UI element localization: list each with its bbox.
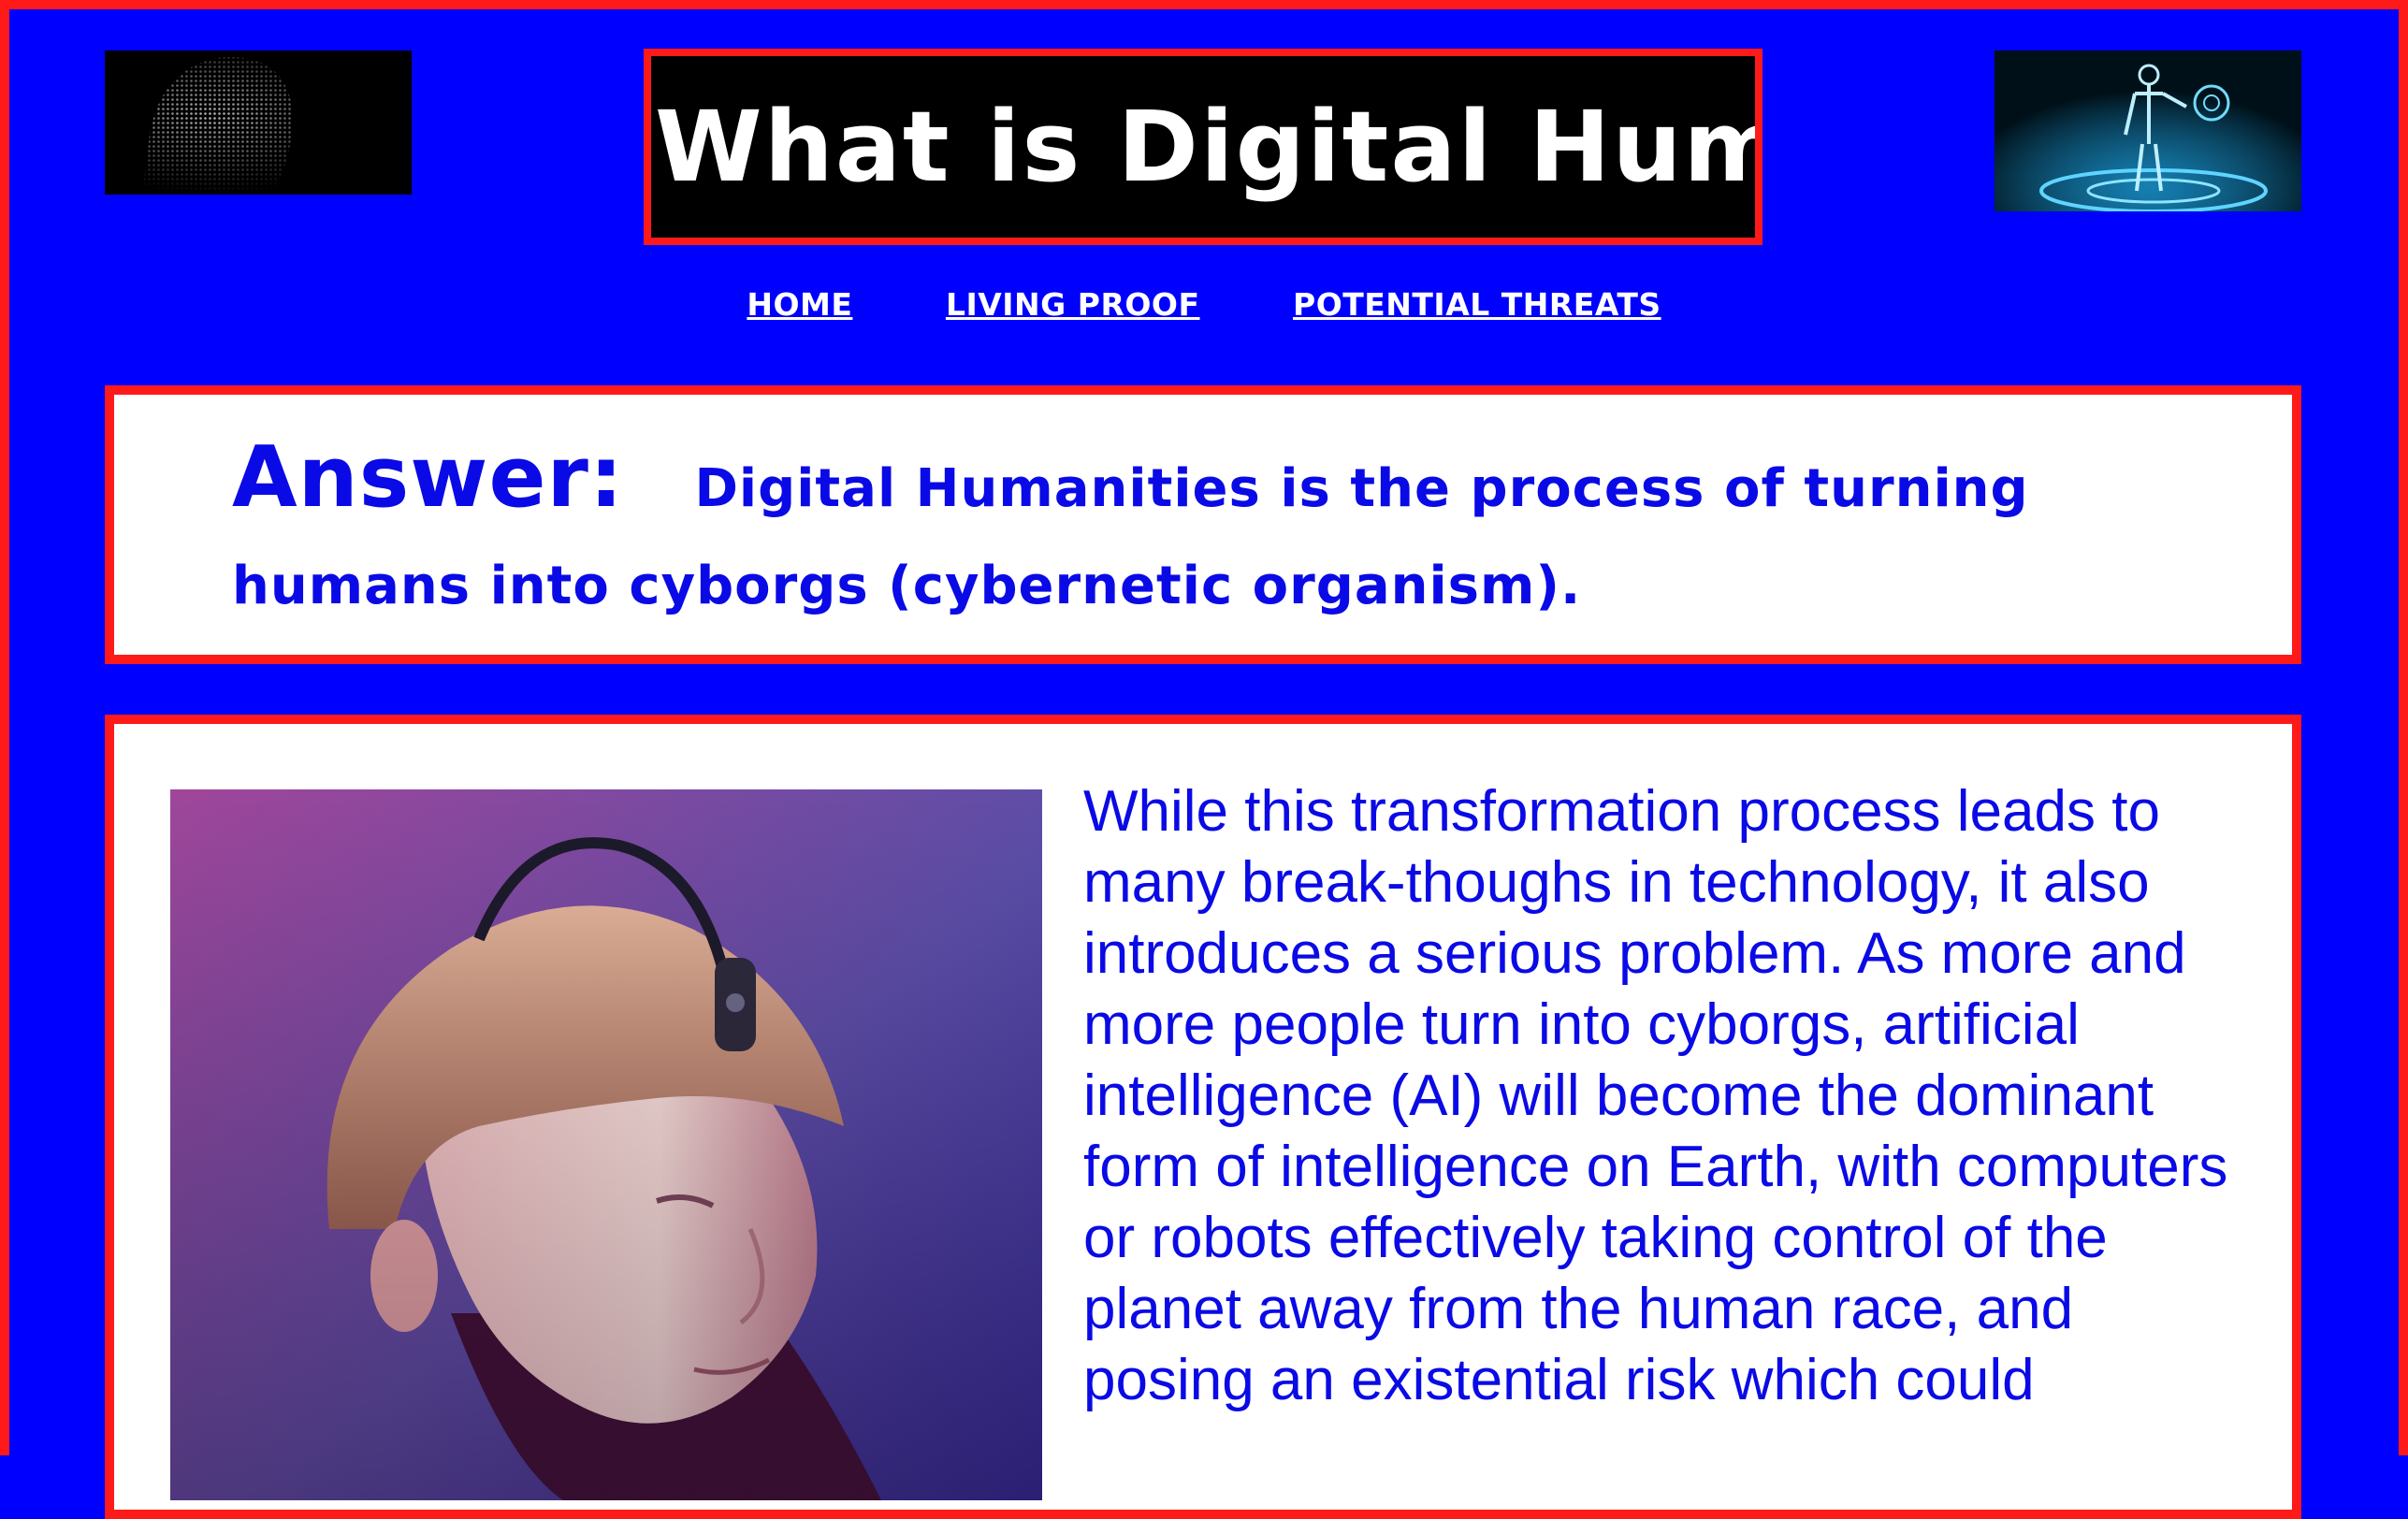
- answer-section: Answer: Digital Humanities is the proces…: [105, 385, 2301, 664]
- page-title: What is Digital Human: [644, 49, 1762, 245]
- cyborg-antenna-portrait: [170, 789, 1042, 1500]
- content-section: While this transformation process leads …: [105, 715, 2301, 1519]
- main-nav: HOME LIVING PROOF POTENTIAL THREATS: [0, 286, 2408, 323]
- content-paragraph: While this transformation process leads …: [1083, 779, 2228, 1412]
- nav-living-proof-link[interactable]: LIVING PROOF: [946, 286, 1200, 323]
- nav-home-link[interactable]: HOME: [747, 286, 852, 323]
- answer-label: Answer:: [232, 428, 624, 527]
- page-title-text: What is Digital Human: [655, 90, 1755, 204]
- face-wireframe-image: [105, 51, 412, 195]
- hologram-figure-image: [1995, 51, 2301, 211]
- nav-potential-threats-link[interactable]: POTENTIAL THREATS: [1293, 286, 1661, 323]
